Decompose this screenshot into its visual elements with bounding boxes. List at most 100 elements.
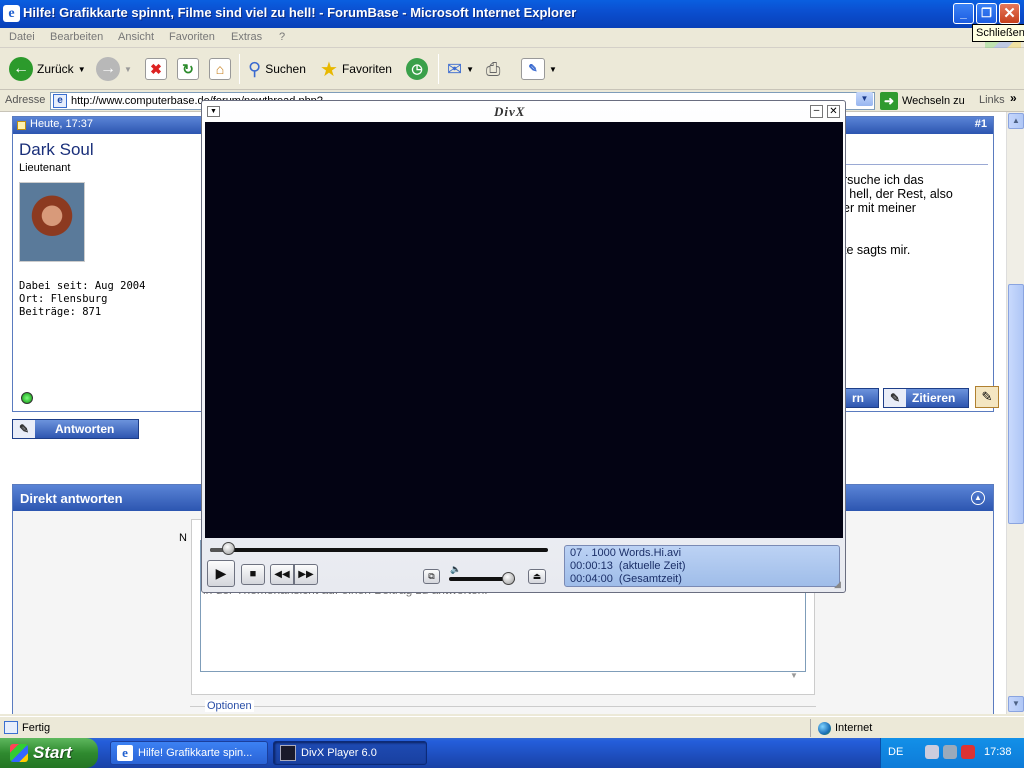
taskbar-item-label: Hilfe! Grafikkarte spin... — [138, 747, 253, 759]
print-button[interactable]: ⎙ — [486, 54, 500, 84]
mail-button[interactable]: ✉ ▼ — [447, 54, 474, 84]
user-stats: Dabei seit: Aug 2004 Ort: Flensburg Beit… — [19, 280, 146, 318]
printer-icon: ⎙ — [486, 58, 501, 79]
scroll-thumb[interactable] — [1008, 284, 1024, 524]
address-dropdown-button[interactable]: ▼ — [856, 92, 873, 106]
history-button[interactable]: ◷ — [406, 54, 428, 84]
reply-label: Antworten — [55, 422, 115, 436]
menu-favoriten[interactable]: Favoriten — [169, 31, 215, 43]
network-tray-icon[interactable] — [943, 745, 957, 759]
direct-reply-icon[interactable]: ✎ — [975, 386, 999, 408]
forward-arrow-icon: → — [96, 57, 120, 81]
search-button[interactable]: ⚲ Suchen — [248, 54, 306, 84]
toolbar: ← Zurück ▼ → ▼ ✖ ↻ ⌂ ⚲ Suchen ★ Favorite… — [0, 48, 1024, 90]
globe-icon — [818, 722, 831, 735]
seek-bar[interactable] — [210, 548, 548, 552]
language-indicator[interactable]: DE — [888, 746, 903, 758]
forward-button[interactable]: → ▼ — [96, 54, 132, 84]
seek-handle[interactable] — [222, 542, 236, 555]
security-zone: Internet — [835, 722, 873, 734]
divx-menu-button[interactable]: ▼ — [207, 106, 220, 117]
speaker-tray-icon[interactable] — [925, 745, 939, 759]
divx-icon — [280, 745, 296, 761]
file-info-panel: 07 . 1000 Words.Hi.avi 00:00:13 (aktuell… — [564, 545, 840, 587]
back-button[interactable]: ← Zurück ▼ — [9, 54, 86, 84]
volume-handle[interactable] — [502, 572, 516, 585]
post-number[interactable]: #1 — [975, 118, 987, 130]
eject-button[interactable]: ⏏ — [528, 569, 546, 584]
page-icon: e — [53, 94, 67, 108]
play-button[interactable]: ▶ — [207, 560, 235, 587]
online-status-icon — [21, 392, 33, 404]
status-bar: Fertig Internet — [0, 716, 1024, 738]
edit-dropdown-icon[interactable]: ▼ — [549, 65, 557, 74]
favorites-label: Favoriten — [341, 62, 392, 76]
page-done-icon — [4, 721, 18, 734]
close-button[interactable]: ✕ — [999, 3, 1020, 24]
stop-button[interactable]: ■ — [241, 564, 265, 585]
forward-dropdown-icon[interactable]: ▼ — [124, 65, 132, 74]
options-divider — [190, 706, 816, 707]
divx-close-button[interactable]: ✕ — [827, 105, 840, 118]
chevron-right-icon[interactable]: » — [1010, 91, 1017, 105]
textarea-scroll-down-icon[interactable]: ▼ — [790, 671, 798, 680]
taskbar-item-divx[interactable]: DivX Player 6.0 — [273, 741, 427, 765]
mail-dropdown-icon[interactable]: ▼ — [466, 65, 474, 74]
fullscreen-button[interactable]: ⧉ — [423, 569, 440, 584]
options-label[interactable]: Optionen — [205, 700, 254, 712]
maximize-button[interactable]: ❐ — [976, 3, 997, 24]
scroll-down-icon[interactable]: ▼ — [1008, 696, 1024, 712]
divx-minimize-button[interactable]: – — [810, 105, 823, 118]
links-button[interactable]: Links — [979, 94, 1005, 106]
windows-logo-icon — [10, 744, 28, 762]
post-text: rsuche ich das l hell, der Rest, also er… — [843, 173, 953, 257]
quote-button[interactable]: ✎ Zitieren — [883, 388, 969, 408]
menu-datei[interactable]: Datei — [9, 31, 35, 43]
star-icon: ★ — [320, 58, 338, 81]
name-label: N — [179, 532, 187, 544]
taskbar-item-label: DivX Player 6.0 — [301, 747, 377, 759]
status-text: Fertig — [22, 722, 51, 734]
taskbar-item-ie[interactable]: e Hilfe! Grafikkarte spin... — [110, 741, 268, 765]
direct-reply-title: Direkt antworten — [20, 491, 123, 506]
menu-bearbeiten[interactable]: Bearbeiten — [50, 31, 103, 43]
toolbar-separator — [438, 54, 439, 84]
edit-post-button[interactable]: rn — [843, 388, 879, 408]
go-button[interactable]: ➜ Wechseln zu — [880, 92, 965, 110]
history-icon: ◷ — [406, 58, 428, 80]
fast-forward-icon: ▶▶ — [298, 569, 314, 580]
divx-player-window[interactable]: ▼ DivX – ✕ ▶ ■ ◀◀ ▶▶ ⧉ 🔈 ⏏ 07 . 1000 Wor… — [201, 100, 846, 593]
home-icon: ⌂ — [209, 58, 231, 80]
favorites-button[interactable]: ★ Favoriten — [320, 54, 392, 84]
minimize-button[interactable]: _ — [953, 3, 974, 24]
stop-page-button[interactable]: ✖ — [145, 54, 167, 84]
user-panel: Dark Soul Lieutenant Dabei seit: Aug 200… — [13, 134, 203, 411]
start-button[interactable]: Start — [0, 738, 98, 768]
avatar — [19, 182, 85, 262]
username-link[interactable]: Dark Soul — [19, 140, 94, 160]
quote-label: Zitieren — [912, 391, 956, 405]
resize-grip-icon[interactable]: ◢ — [834, 579, 841, 590]
menubar: Datei Bearbeiten Ansicht Favoriten Extra… — [0, 28, 1024, 48]
refresh-button[interactable]: ↻ — [177, 54, 199, 84]
edit-page-icon: ✎ — [521, 58, 545, 80]
edit-button[interactable]: ✎ ▼ — [521, 54, 557, 84]
collapse-icon[interactable]: ▲ — [971, 491, 985, 505]
home-button[interactable]: ⌂ — [209, 54, 231, 84]
video-area[interactable] — [205, 122, 843, 538]
user-rank: Lieutenant — [19, 162, 71, 174]
menu-ansicht[interactable]: Ansicht — [118, 31, 154, 43]
page-scrollbar[interactable]: ▲ ▼ — [1006, 112, 1024, 714]
menu-help[interactable]: ? — [279, 31, 285, 43]
menu-extras[interactable]: Extras — [231, 31, 262, 43]
fullscreen-icon: ⧉ — [428, 571, 435, 581]
reply-button[interactable]: ✎ Antworten — [12, 419, 139, 439]
previous-button[interactable]: ◀◀ — [270, 564, 294, 585]
window-title: Hilfe! Grafikkarte spinnt, Filme sind vi… — [23, 5, 577, 20]
scroll-up-icon[interactable]: ▲ — [1008, 113, 1024, 129]
ie-titlebar[interactable]: e Hilfe! Grafikkarte spinnt, Filme sind … — [0, 0, 1024, 28]
antivirus-tray-icon[interactable] — [961, 745, 975, 759]
back-dropdown-icon[interactable]: ▼ — [78, 65, 86, 74]
eject-icon: ⏏ — [532, 571, 542, 581]
next-button[interactable]: ▶▶ — [294, 564, 318, 585]
